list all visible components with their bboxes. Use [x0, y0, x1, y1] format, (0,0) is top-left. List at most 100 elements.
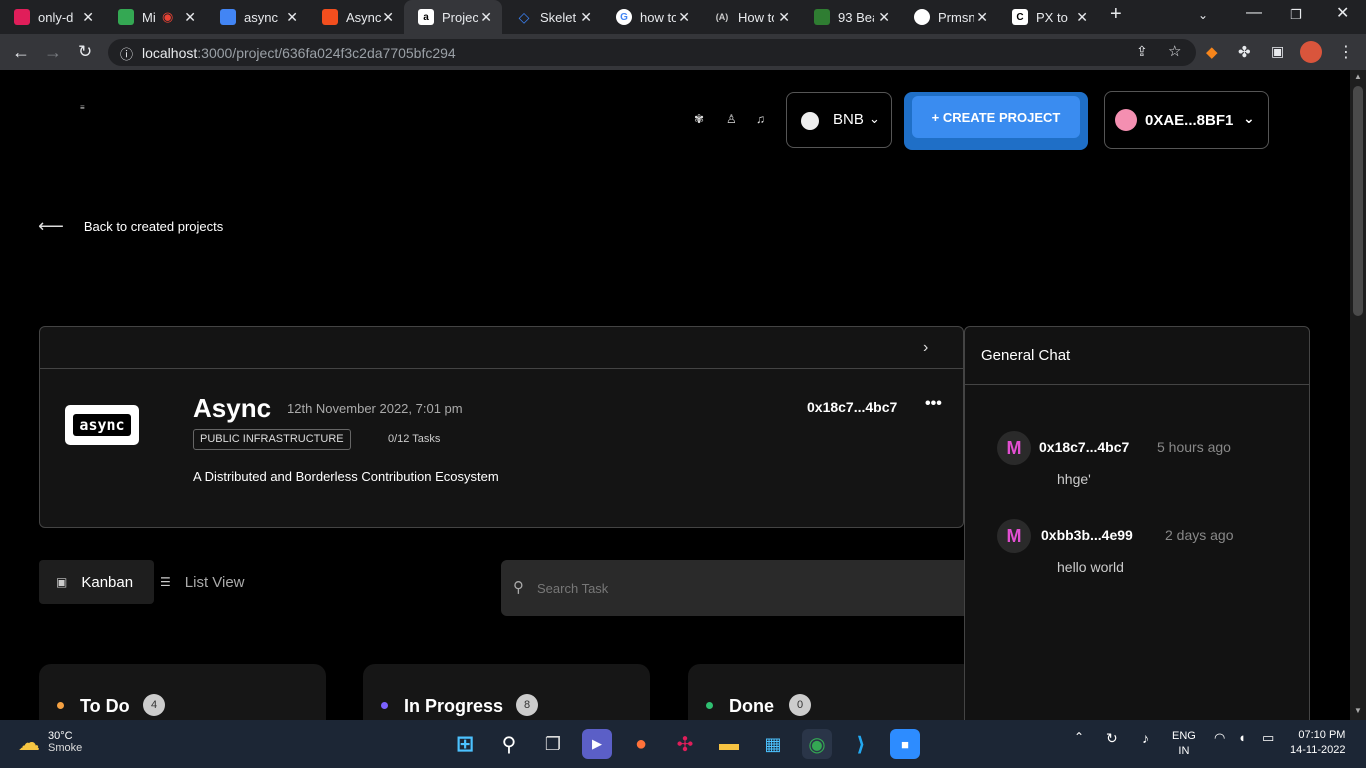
metamask-extension-icon[interactable]: ◆	[1206, 43, 1218, 61]
slack-favicon-icon	[14, 9, 30, 25]
back-to-projects-link[interactable]: ⟵ Back to created projects	[38, 216, 223, 237]
browser-tab[interactable]: Async ✕	[308, 0, 404, 34]
close-tab-icon[interactable]: ✕	[184, 9, 196, 26]
tab-title: How to	[738, 9, 774, 25]
tab-list-view[interactable]: ☰ List View	[160, 560, 245, 604]
weather-temp: 30°C	[48, 730, 73, 742]
chat-title: General Chat	[981, 347, 1071, 364]
browser-tab[interactable]: C PX to ✕	[998, 0, 1098, 34]
chevron-up-icon[interactable]: ⌃	[1074, 730, 1084, 744]
back-link-label: Back to created projects	[83, 219, 224, 234]
vscode-icon[interactable]: ⟩	[846, 729, 876, 759]
more-options-icon[interactable]: •••	[925, 395, 942, 413]
start-button[interactable]: ⊞	[450, 729, 480, 759]
chevron-down-icon: ⌄	[869, 111, 880, 126]
wallet-avatar	[1115, 109, 1137, 131]
wifi-icon[interactable]: ◠	[1214, 730, 1225, 746]
restore-button[interactable]: ❐	[1290, 7, 1302, 23]
close-tab-icon[interactable]: ✕	[480, 9, 492, 26]
browser-tab[interactable]: G how to ✕	[602, 0, 700, 34]
browser-tab[interactable]: (A) How to ✕	[700, 0, 800, 34]
share-icon[interactable]: ⇪	[1136, 43, 1148, 60]
browser-tab[interactable]: only-d ✕	[0, 0, 104, 34]
close-tab-icon[interactable]: ✕	[878, 9, 890, 26]
reload-icon[interactable]: ↻	[78, 42, 92, 62]
tab-title: Async	[346, 9, 382, 25]
weather-condition: Smoke	[48, 742, 83, 754]
windows-taskbar: ☁ 30°C Smoke ⊞ ⚲ ❐ ▶ ● ✣ ▬ ▦ ◉ ⟩ ■ ⌃ ↻ ♪…	[0, 720, 1366, 768]
menu-icon[interactable]: ≡	[80, 103, 85, 112]
forward-icon[interactable]: →	[44, 42, 62, 63]
search-task-input[interactable]	[537, 578, 937, 598]
close-tab-icon[interactable]: ✕	[580, 9, 592, 26]
browser-tab[interactable]: ◇ Skeleton ✕	[502, 0, 602, 34]
column-title: To Do	[80, 696, 130, 716]
chrome-menu-icon[interactable]: ⋮	[1338, 42, 1354, 62]
network-icon[interactable]: ✾	[694, 112, 704, 126]
bea-favicon-icon	[814, 9, 830, 25]
language-indicator[interactable]: ENG IN	[1172, 729, 1196, 759]
store-icon[interactable]: ▦	[758, 729, 788, 759]
sync-icon[interactable]: ↻	[1106, 730, 1118, 747]
slack-icon[interactable]: ✣	[670, 729, 700, 759]
chevron-right-icon[interactable]: ›	[923, 339, 928, 357]
task-view-icon[interactable]: ❐	[538, 729, 568, 759]
profile-avatar[interactable]	[1300, 41, 1322, 63]
tab-search-icon[interactable]: ⌄	[1198, 8, 1208, 22]
tab-title: Project	[442, 9, 478, 25]
browser-tab[interactable]: Mi ◉ ✕	[104, 0, 206, 34]
list-icon: ☰	[160, 575, 171, 589]
close-tab-icon[interactable]: ✕	[286, 9, 298, 26]
figma-favicon-icon	[322, 9, 338, 25]
message-text: hhge'	[1057, 471, 1091, 487]
project-card: › async Async 12th November 2022, 7:01 p…	[39, 326, 964, 528]
info-icon[interactable]: ⓘ	[120, 44, 133, 63]
file-explorer-icon[interactable]: ▬	[714, 729, 744, 759]
side-panel-icon[interactable]: ▣	[1271, 43, 1284, 60]
scrollbar-thumb[interactable]	[1353, 86, 1363, 316]
docs-favicon-icon	[220, 9, 236, 25]
search-icon[interactable]: ⚲	[494, 729, 524, 759]
bell-icon[interactable]: ♫	[756, 112, 765, 126]
back-icon[interactable]: ←	[12, 42, 30, 63]
microphone-icon[interactable]: ♪	[1142, 730, 1149, 746]
tab-kanban[interactable]: ▣ Kanban	[39, 560, 154, 604]
chain-label: BNB	[833, 111, 864, 128]
close-window-button[interactable]: ✕	[1336, 3, 1349, 23]
minimize-button[interactable]: —	[1246, 4, 1262, 22]
chrome-icon[interactable]: ◉	[802, 729, 832, 759]
scroll-down-icon[interactable]: ▼	[1354, 706, 1362, 715]
browser-tab[interactable]: async ✕	[206, 0, 308, 34]
battery-icon[interactable]: ▭	[1262, 730, 1274, 746]
close-tab-icon[interactable]: ✕	[778, 9, 790, 26]
arrow-left-icon: ⟵	[38, 216, 64, 236]
system-clock[interactable]: 07:10 PM 14-11-2022	[1290, 728, 1345, 758]
close-tab-icon[interactable]: ✕	[1076, 9, 1088, 26]
browser-tab[interactable]: Prmsnl ✕	[900, 0, 998, 34]
column-title: Done	[729, 696, 774, 716]
close-tab-icon[interactable]: ✕	[678, 9, 690, 26]
close-tab-icon[interactable]: ✕	[976, 9, 988, 26]
new-tab-button[interactable]: +	[1110, 3, 1122, 26]
kanban-column-in-progress: In Progress 8	[363, 664, 650, 720]
user-icon[interactable]: ♙	[726, 112, 737, 126]
bookmark-star-icon[interactable]: ☆	[1168, 42, 1181, 60]
chain-selector[interactable]: BNB ⌄	[786, 92, 892, 148]
page-scrollbar[interactable]: ▲ ▼	[1350, 70, 1366, 720]
tab-title: PX to	[1036, 9, 1068, 25]
skeleton-favicon-icon: ◇	[518, 8, 530, 25]
create-project-button[interactable]: + CREATE PROJECT	[904, 92, 1088, 150]
browser-tab[interactable]: 93 Bea ✕	[800, 0, 900, 34]
zoom-icon[interactable]: ■	[890, 729, 920, 759]
browser-tab-active[interactable]: a Project ✕	[404, 0, 502, 34]
address-bar[interactable]: ⓘ localhost:3000/project/636fa024f3c2da7…	[108, 39, 1196, 66]
wallet-button[interactable]: 0XAE...8BF1 ⌄	[1104, 91, 1269, 149]
close-tab-icon[interactable]: ✕	[382, 9, 394, 26]
extensions-puzzle-icon[interactable]: ✤	[1238, 43, 1251, 61]
chat-app-icon[interactable]: ▶	[582, 729, 612, 759]
scroll-up-icon[interactable]: ▲	[1354, 72, 1362, 81]
close-tab-icon[interactable]: ✕	[82, 9, 94, 26]
weather-widget[interactable]: ☁ 30°C Smoke	[18, 730, 82, 756]
firefox-icon[interactable]: ●	[626, 729, 656, 759]
volume-icon[interactable]: ◖	[1238, 730, 1246, 745]
